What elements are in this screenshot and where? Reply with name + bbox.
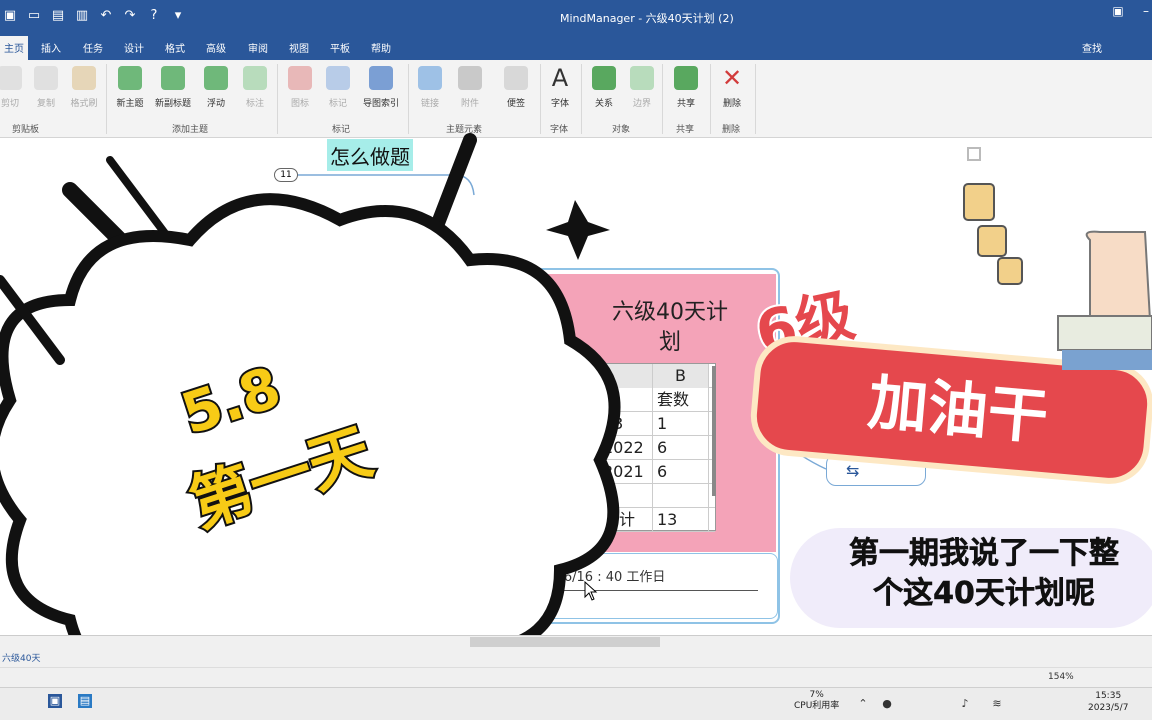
brush-icon	[72, 66, 96, 90]
open-icon[interactable]: ▭	[24, 5, 44, 25]
help-icon[interactable]: ?	[144, 5, 164, 25]
sleeve-icon	[1062, 350, 1152, 370]
mic-icon[interactable]: ●	[880, 697, 894, 711]
cuff-icon	[1057, 315, 1152, 351]
screen: { "window": { "title": "MindManager - 六级…	[0, 0, 1152, 720]
cell-sets[interactable]: 6	[653, 460, 709, 484]
hand-icon	[1085, 230, 1152, 321]
font-a-icon: A	[548, 66, 572, 90]
format-painter-button[interactable]: 格式刷	[60, 66, 108, 109]
zoom-level[interactable]: 154%	[1048, 672, 1074, 682]
tab-review[interactable]: 审阅	[248, 40, 268, 55]
tag-button[interactable]: 标记	[314, 66, 362, 109]
relationship-icon	[592, 66, 616, 90]
title-bar: ▣ ▭ ▤ ▥ ↶ ↷ ? ▾ MindManager - 六级40天计划 (2…	[0, 0, 1152, 34]
cpu-percent: 7%	[809, 690, 824, 700]
new-topic-button[interactable]: 新主题	[106, 66, 154, 109]
tab-view[interactable]: 视图	[289, 40, 309, 55]
search-box[interactable]: 查找	[1082, 40, 1102, 55]
tab-home[interactable]: 主页	[0, 36, 28, 60]
tab-format[interactable]: 格式	[165, 40, 185, 55]
caption-line-2: 个这40天计划呢	[873, 576, 1095, 612]
sheet-scrollbar[interactable]	[712, 366, 716, 496]
map-index-button[interactable]: 导图索引	[357, 66, 405, 109]
boundary-icon	[630, 66, 654, 90]
decor-tile	[997, 257, 1023, 285]
taskbar-mindmanager-icon[interactable]: ▤	[78, 694, 92, 708]
app-icon[interactable]: ▣	[0, 5, 20, 25]
cpu-label: CPU利用率	[794, 701, 840, 711]
customize-qat-icon[interactable]: ▾	[168, 5, 188, 25]
print-icon[interactable]: ▥	[72, 5, 92, 25]
group-share-label: 共享	[676, 125, 695, 135]
restore-icon[interactable]: ▣	[1110, 4, 1126, 20]
subtitle-caption: 第一期我说了一下整 个这40天计划呢	[800, 534, 1152, 614]
cpu-usage: 7% CPU利用率	[794, 690, 839, 712]
sheet-col-b: B	[653, 364, 709, 388]
horizontal-scrollbar[interactable]	[470, 637, 660, 647]
notes-icon	[504, 66, 528, 90]
delete-x-icon: ✕	[720, 64, 744, 92]
cell-sets[interactable]	[653, 484, 709, 508]
taskbar	[0, 687, 1152, 720]
callout-icon	[243, 66, 267, 90]
decor-tile	[963, 183, 995, 221]
link-icon	[418, 66, 442, 90]
tab-design[interactable]: 设计	[124, 40, 144, 55]
tab-help[interactable]: 帮助	[371, 40, 391, 55]
clock-date: 2023/5/7	[1088, 703, 1129, 713]
clock-time: 15:35	[1095, 691, 1122, 701]
new-subtopic-icon	[161, 66, 185, 90]
swap-arrows-icon: ⇆	[846, 461, 860, 480]
taskbar-app-icon[interactable]: ▣	[48, 694, 62, 708]
cell-sets-header[interactable]: 套数	[653, 388, 709, 412]
volume-icon[interactable]: ♪	[958, 697, 972, 711]
decor-hand-sticker	[963, 147, 1152, 370]
quick-access-toolbar: ▣ ▭ ▤ ▥ ↶ ↷ ? ▾	[0, 5, 188, 25]
decor-tile	[977, 225, 1007, 257]
cell-sets[interactable]: 13	[653, 508, 709, 532]
new-topic-icon	[118, 66, 142, 90]
sparkle-icon	[546, 200, 610, 260]
callout-button[interactable]: 标注	[231, 66, 279, 109]
decor-square	[967, 147, 981, 161]
paperclip-icon	[458, 66, 482, 90]
system-clock[interactable]: 15:35 2023/5/7	[1088, 690, 1128, 714]
tab-insert[interactable]: 插入	[41, 40, 61, 55]
map-index-icon	[369, 66, 393, 90]
document-tab[interactable]: 六级40天	[2, 651, 40, 664]
attach-button[interactable]: 附件	[446, 66, 494, 109]
scissors-icon	[0, 66, 22, 90]
font-button[interactable]: A 字体	[536, 66, 584, 109]
tab-advanced[interactable]: 高级	[206, 40, 226, 55]
caption-line-1: 第一期我说了一下整	[849, 536, 1120, 572]
copy-icon	[34, 66, 58, 90]
icon-marker-icon	[288, 66, 312, 90]
tab-tablet[interactable]: 平板	[330, 40, 350, 55]
minimize-icon[interactable]: –	[1138, 4, 1152, 20]
status-bar	[0, 667, 1152, 687]
ribbon-tabs: 主页 插入 任务 设计 格式 高级 审阅 视图 平板 帮助 查找	[0, 34, 1152, 60]
save-icon[interactable]: ▤	[48, 5, 68, 25]
cell-sets[interactable]: 1	[653, 412, 709, 436]
new-subtopic-button[interactable]: 新副标题	[149, 66, 197, 109]
float-topic-icon	[204, 66, 228, 90]
boundary-button[interactable]: 边界	[618, 66, 666, 109]
delete-button[interactable]: ✕ 删除	[708, 66, 756, 109]
cell-sets[interactable]: 6	[653, 436, 709, 460]
tag-icon	[326, 66, 350, 90]
share-button[interactable]: 共享	[662, 66, 710, 109]
notes-button[interactable]: 便签	[492, 66, 540, 109]
window-title: MindManager - 六级40天计划 (2)	[560, 12, 734, 25]
ribbon: 剪切 复制 格式刷 剪贴板 新主题 新副标题 浮动 标注 添加主题 图标 标记 …	[0, 60, 1152, 138]
share-icon	[674, 66, 698, 90]
ribbon-separator	[755, 64, 756, 134]
group-delete-label: 删除	[722, 125, 741, 135]
undo-icon[interactable]: ↶	[96, 5, 116, 25]
tab-task[interactable]: 任务	[83, 40, 103, 55]
wifi-icon[interactable]: ≋	[990, 697, 1004, 711]
redo-icon[interactable]: ↷	[120, 5, 140, 25]
chevron-up-icon[interactable]: ⌃	[856, 697, 870, 711]
